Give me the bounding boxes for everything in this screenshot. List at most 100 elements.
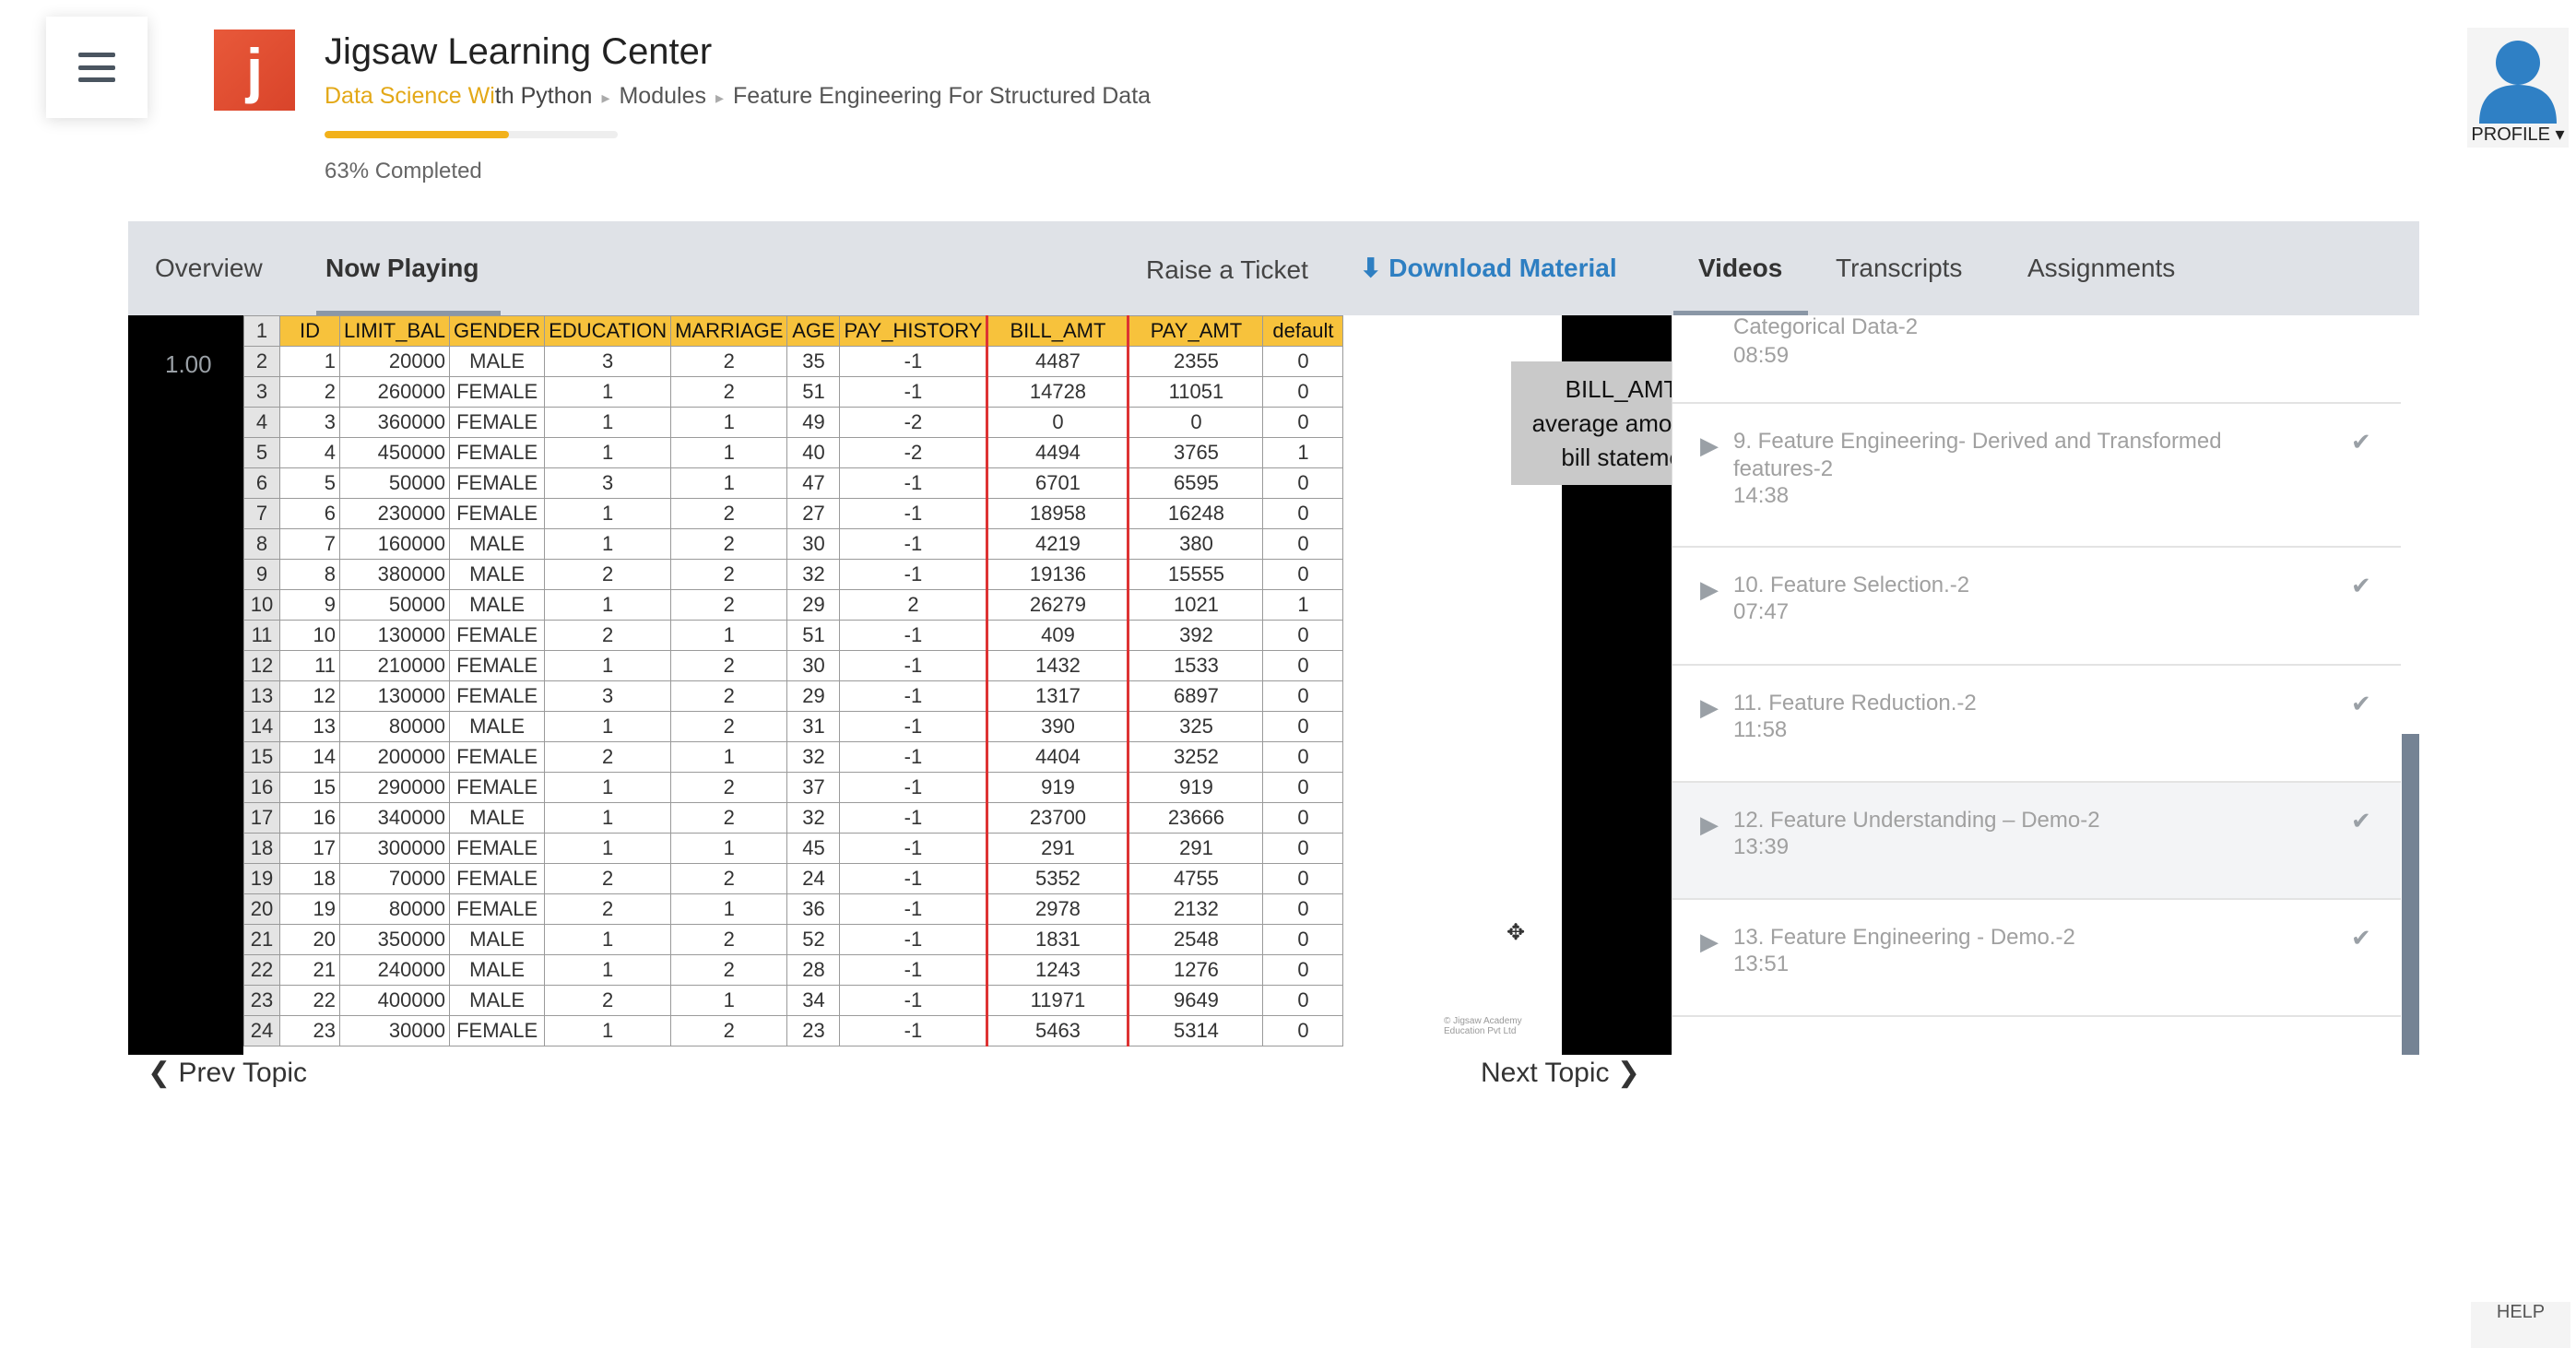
- table-row: 17 16 340000 MALE 1 2 32 -1 23700 23666 0: [243, 802, 1344, 834]
- table-cell: MALE: [449, 985, 546, 1016]
- playlist-item[interactable]: ▶ 12. Feature Understanding – Demo-2 13:39…: [1672, 783, 2401, 900]
- table-cell: 0: [1262, 620, 1344, 651]
- table-cell: FEMALE: [449, 680, 546, 712]
- playlist-item-duration: 13:39: [1733, 834, 1790, 859]
- table-cell: 1: [544, 772, 672, 803]
- tab-transcripts[interactable]: Transcripts: [1836, 221, 1962, 315]
- table-cell: 19136: [986, 559, 1130, 590]
- table-cell: 0: [1262, 924, 1344, 955]
- table-cell: 0: [1262, 376, 1344, 408]
- table-cell: 1533: [1128, 650, 1264, 681]
- row-number: 5: [243, 437, 280, 468]
- table-cell: 52: [786, 924, 841, 955]
- table-cell: 1: [1262, 589, 1344, 621]
- table-cell: 6701: [986, 467, 1130, 499]
- table-cell: 11: [279, 650, 340, 681]
- table-cell: 50000: [338, 467, 451, 499]
- table-row: 22 21 240000 MALE 1 2 28 -1 1243 1276 0: [243, 954, 1344, 986]
- playlist-item-title: Categorical Data-2: [1733, 315, 1919, 339]
- table-cell: 1: [544, 711, 672, 742]
- tab-now-playing[interactable]: Now Playing: [325, 221, 479, 315]
- table-cell: FEMALE: [449, 376, 546, 408]
- playlist-item-title: 13. Feature Engineering - Demo.-2: [1733, 925, 2075, 950]
- video-credit: © Jigsaw Academy Education Pvt Ltd: [1444, 1016, 1522, 1036]
- breadcrumb-modules[interactable]: Modules: [619, 83, 706, 109]
- playlist-item[interactable]: ▶ 9. Feature Engineering- Derived and Tra…: [1672, 404, 2401, 548]
- table-cell: 51: [786, 376, 841, 408]
- tab-bar: Overview Now Playing Raise a Ticket ⬇ Do…: [128, 221, 2419, 315]
- table-cell: MALE: [449, 346, 546, 377]
- table-cell: 26279: [986, 589, 1130, 621]
- table-cell: 2: [670, 954, 788, 986]
- table-cell: 4219: [986, 528, 1130, 560]
- profile-button[interactable]: PROFILE ▾: [2467, 28, 2569, 148]
- progress-text: 63% Completed: [325, 159, 482, 183]
- table-cell: 0: [1262, 985, 1344, 1016]
- table-cell: -1: [839, 741, 988, 773]
- table-cell: 0: [1262, 741, 1344, 773]
- table-cell: 3: [544, 346, 672, 377]
- table-cell: 3: [544, 467, 672, 499]
- breadcrumb-course[interactable]: Data Science With Python: [325, 83, 592, 109]
- table-cell: 6897: [1128, 680, 1264, 712]
- table-cell: 6: [279, 498, 340, 529]
- table-cell: 1: [544, 498, 672, 529]
- table-cell: FEMALE: [449, 467, 546, 499]
- table-cell: 30: [786, 650, 841, 681]
- table-cell: 291: [1128, 833, 1264, 864]
- table-cell: 130000: [338, 680, 451, 712]
- table-cell: 37: [786, 772, 841, 803]
- tab-overview[interactable]: Overview: [155, 221, 263, 315]
- table-cell: FEMALE: [449, 772, 546, 803]
- playlist-item[interactable]: ▶ 11. Feature Reduction.-2 11:58 ✔: [1672, 666, 2401, 783]
- row-number: 8: [243, 528, 280, 560]
- table-cell: 0: [1262, 893, 1344, 925]
- table-cell: 6595: [1128, 467, 1264, 499]
- table-cell: 2: [670, 346, 788, 377]
- table-cell: 130000: [338, 620, 451, 651]
- logo: j: [214, 30, 295, 111]
- video-playlist: Categorical Data-2 08:59 ▶ 9. Feature Engin…: [1672, 315, 2420, 1055]
- table-cell: 4487: [986, 346, 1130, 377]
- row-number: 20: [243, 893, 280, 925]
- row-number: 23: [243, 985, 280, 1016]
- tab-videos[interactable]: Videos: [1698, 221, 1782, 315]
- table-cell: 5352: [986, 863, 1130, 894]
- download-material-button[interactable]: ⬇ Download Material: [1360, 221, 1617, 315]
- table-cell: -1: [839, 498, 988, 529]
- table-cell: 23: [279, 1015, 340, 1046]
- table-row: 9 8 380000 MALE 2 2 32 -1 19136 15555 0: [243, 559, 1344, 590]
- table-row: 10 9 50000 MALE 1 2 29 2 26279 1021 1: [243, 589, 1344, 621]
- playlist-item[interactable]: Categorical Data-2 08:59: [1672, 315, 2401, 404]
- table-cell: -2: [839, 407, 988, 438]
- table-row: 4 3 360000 FEMALE 1 1 49 -2 0 0 0: [243, 407, 1344, 438]
- table-cell: 21: [279, 954, 340, 986]
- playback-speed[interactable]: 1.00: [165, 350, 212, 379]
- table-cell: -1: [839, 802, 988, 834]
- table-cell: 20000: [338, 346, 451, 377]
- table-cell: 1: [670, 620, 788, 651]
- table-cell: 2: [670, 559, 788, 590]
- table-row: 15 14 200000 FEMALE 2 1 32 -1 4404 3252 0: [243, 741, 1344, 773]
- table-cell: 350000: [338, 924, 451, 955]
- table-cell: 2: [544, 620, 672, 651]
- table-cell: 392: [1128, 620, 1264, 651]
- playlist-item[interactable]: ▶ 13. Feature Engineering - Demo.-2 13:51 ✔: [1672, 900, 2401, 1017]
- video-player[interactable]: 1.00 1 ID LIMIT_BAL GENDER EDUCATION MARRIAGE…: [128, 315, 1672, 1055]
- table-cell: -1: [839, 924, 988, 955]
- playlist-scrollbar[interactable]: [2402, 734, 2419, 1055]
- table-cell: 919: [1128, 772, 1264, 803]
- tab-assignments[interactable]: Assignments: [2027, 221, 2175, 315]
- table-cell: 50000: [338, 589, 451, 621]
- prev-topic-button[interactable]: ❮ Prev Topic: [148, 1057, 307, 1089]
- table-cell: 2: [670, 863, 788, 894]
- help-button[interactable]: HELP: [2471, 1302, 2570, 1348]
- menu-button[interactable]: [46, 17, 148, 118]
- raise-ticket-link[interactable]: Raise a Ticket: [1146, 223, 1308, 317]
- column-header: GENDER: [449, 315, 546, 347]
- next-topic-button[interactable]: Next Topic ❯: [1481, 1057, 1640, 1089]
- play-icon: ▶: [1700, 810, 1719, 838]
- row-number: 12: [243, 650, 280, 681]
- playlist-item[interactable]: ▶ 10. Feature Selection.-2 07:47 ✔: [1672, 548, 2401, 666]
- row-number: 3: [243, 376, 280, 408]
